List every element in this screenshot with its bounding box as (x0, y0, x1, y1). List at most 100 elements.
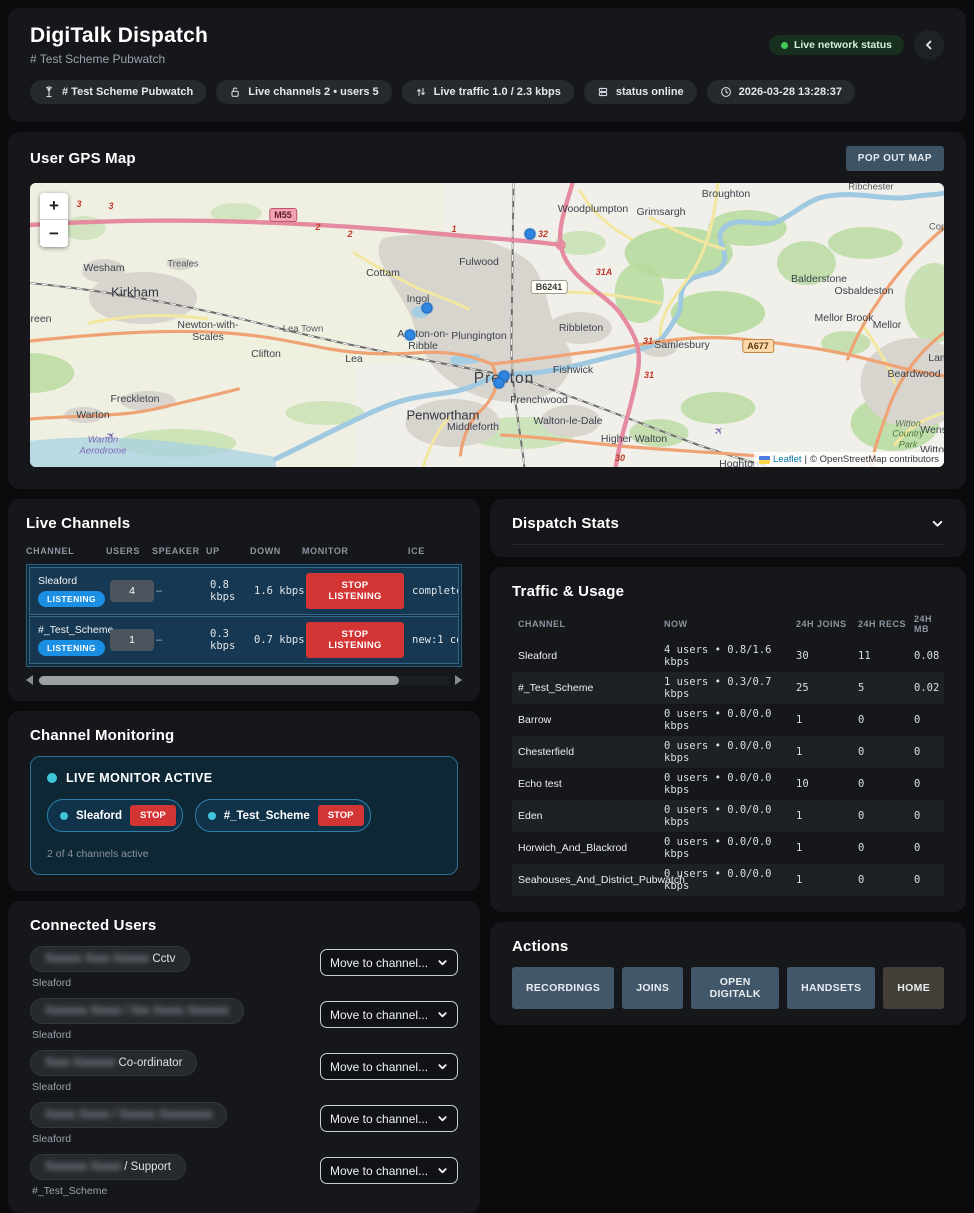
expand-stats-button[interactable] (931, 517, 944, 530)
traffic-recs-value: 0 (858, 810, 914, 822)
action-button[interactable]: RECORDINGS (512, 967, 614, 1009)
col-channel: CHANNEL (26, 546, 106, 556)
padlock-open-icon (229, 86, 241, 98)
col-up: UP (206, 546, 250, 556)
traffic-recs-value: 0 (858, 874, 914, 886)
down-rate: 0.7 kbps (254, 634, 306, 646)
horizontal-scrollbar[interactable] (26, 673, 462, 687)
user-row: Xxxxx Xxxxx / Xxxxxx Xxxxxxxxx Sleaford … (30, 1102, 458, 1145)
channel-name: #_Test_Scheme (30, 624, 110, 636)
move-to-channel-select[interactable]: Move to channel... (320, 1053, 458, 1080)
action-button[interactable]: HOME (883, 967, 944, 1009)
users-count-badge: 4 (110, 580, 154, 602)
traffic-now-value: 0 users • 0.0/0.0 kbps (664, 772, 796, 796)
live-channels-panel: Live Channels CHANNEL USERS SPEAKER UP D… (8, 499, 480, 701)
up-rate: 0.3 kbps (210, 628, 254, 652)
user-channel-label: Sleaford (32, 1029, 244, 1041)
ice-status: completed:5 n (412, 585, 458, 597)
traffic-channel-name: Sleaford (512, 650, 664, 662)
status-pill-row: # Test Scheme Pubwatch Live channels 2 •… (30, 80, 944, 104)
user-row: Xxxxxx Xxxx Xxxxxx Cctv Sleaford Move to… (30, 946, 458, 989)
traffic-now-value: 0 users • 0.0/0.0 kbps (664, 868, 796, 892)
stop-monitor-button[interactable]: STOP (130, 805, 176, 826)
channel-live-dot-icon (208, 812, 216, 820)
monitor-summary: 2 of 4 channels active (47, 848, 441, 860)
action-button[interactable]: JOINS (622, 967, 683, 1009)
stop-listening-button[interactable]: STOP LISTENING (306, 622, 404, 658)
scroll-left-icon[interactable] (26, 675, 33, 685)
traffic-mb-value: 0.08 (914, 650, 944, 662)
connected-users-panel: Connected Users Xxxxxx Xxxx Xxxxxx Cctv … (8, 901, 480, 1213)
visible-user-suffix: Co-ordinator (115, 1057, 182, 1069)
move-to-channel-value: Move to channel... (330, 1008, 428, 1022)
header: DigiTalk Dispatch # Test Scheme Pubwatch… (8, 8, 966, 122)
scrollbar-thumb[interactable] (39, 676, 399, 685)
move-to-channel-value: Move to channel... (330, 956, 428, 970)
leaflet-link[interactable]: Leaflet (773, 454, 802, 465)
scroll-right-icon[interactable] (455, 675, 462, 685)
user-location-marker[interactable] (494, 378, 505, 389)
move-to-channel-select[interactable]: Move to channel... (320, 1105, 458, 1132)
traffic-recs-value: 0 (858, 842, 914, 854)
traffic-now-value: 1 users • 0.3/0.7 kbps (664, 676, 796, 700)
traffic-recs-value: 0 (858, 746, 914, 758)
traffic-pill: Live traffic 1.0 / 2.3 kbps (402, 80, 574, 104)
traffic-now-value: 0 users • 0.0/0.0 kbps (664, 836, 796, 860)
collapse-header-button[interactable] (914, 30, 944, 60)
redacted-user-name: Xxxxxxx Xxxxx / Xxx Xxxxx Xxxxxxx (45, 1005, 229, 1017)
chevron-left-icon (923, 39, 935, 51)
user-location-marker[interactable] (422, 303, 433, 314)
leaflet-map[interactable]: WoodplumptonBroughtonGrimsarghRibchester… (30, 183, 944, 467)
traffic-recs-value: 0 (858, 714, 914, 726)
visible-user-suffix: Cctv (149, 953, 175, 965)
user-name-pill: Xxxxxxx Xxxxx / Xxx Xxxxx Xxxxxxx (30, 998, 244, 1024)
live-channels-title: Live Channels (26, 515, 462, 532)
listening-badge: LISTENING (38, 640, 105, 656)
clock-pill: 2026-03-28 13:28:37 (707, 80, 855, 104)
traffic-joins-value: 1 (796, 714, 858, 726)
listening-badge: LISTENING (38, 591, 105, 607)
stop-monitor-button[interactable]: STOP (318, 805, 364, 826)
traffic-mb-value: 0 (914, 810, 944, 822)
traffic-joins-value: 10 (796, 778, 858, 790)
connected-users-title: Connected Users (30, 917, 458, 934)
channel-row: Sleaford LISTENING 4 – 0.8 kbps 1.6 kbps… (29, 567, 459, 615)
traffic-recs-value: 0 (858, 778, 914, 790)
traffic-channel-name: Eden (512, 810, 664, 822)
action-button[interactable]: OPEN DIGITALK (691, 967, 779, 1009)
chevron-down-icon (437, 1061, 448, 1072)
user-channel-label: #_Test_Scheme (32, 1185, 186, 1197)
traffic-joins-value: 25 (796, 682, 858, 694)
traffic-header-row: CHANNEL NOW 24H JOINS 24H RECS 24H MB (512, 614, 944, 634)
zoom-in-button[interactable]: + (40, 193, 68, 220)
action-button[interactable]: HANDSETS (787, 967, 875, 1009)
move-to-channel-select[interactable]: Move to channel... (320, 949, 458, 976)
ice-status: new:1 complet (412, 634, 458, 646)
col-users: USERS (106, 546, 152, 556)
traffic-recs-value: 5 (858, 682, 914, 694)
speaker-value: – (156, 585, 210, 597)
scrollbar-track[interactable] (37, 676, 451, 685)
traffic-mb-value: 0.02 (914, 682, 944, 694)
col-speaker: SPEAKER (152, 546, 206, 556)
move-to-channel-select[interactable]: Move to channel... (320, 1157, 458, 1184)
channel-row: #_Test_Scheme LISTENING 1 – 0.3 kbps 0.7… (29, 616, 459, 664)
pop-out-map-button[interactable]: POP OUT MAP (846, 146, 944, 171)
stop-listening-button[interactable]: STOP LISTENING (306, 573, 404, 609)
traffic-mb-value: 0 (914, 714, 944, 726)
user-location-marker[interactable] (405, 330, 416, 341)
traffic-row: Horwich_And_Blackrod 0 users • 0.0/0.0 k… (512, 832, 944, 864)
col-now: NOW (664, 619, 796, 629)
traffic-channel-name: Chesterfield (512, 746, 664, 758)
user-location-marker[interactable] (525, 229, 536, 240)
col-24h-joins: 24H JOINS (796, 619, 858, 629)
channel-monitoring-title: Channel Monitoring (30, 727, 458, 744)
traffic-row: Eden 0 users • 0.0/0.0 kbps 1 0 0 (512, 800, 944, 832)
zoom-out-button[interactable]: − (40, 220, 68, 247)
actions-title: Actions (512, 938, 944, 955)
dispatch-dashboard: DigiTalk Dispatch # Test Scheme Pubwatch… (0, 0, 974, 1140)
move-to-channel-select[interactable]: Move to channel... (320, 1001, 458, 1028)
traffic-usage-title: Traffic & Usage (512, 583, 944, 600)
traffic-table: Sleaford 4 users • 0.8/1.6 kbps 30 11 0.… (512, 640, 944, 896)
chevron-down-icon (437, 1009, 448, 1020)
